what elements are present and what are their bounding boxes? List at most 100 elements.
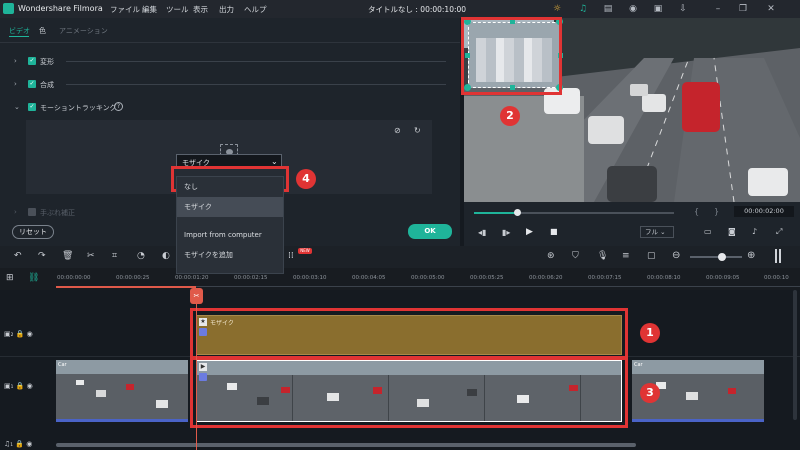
subtitle-icon[interactable]: ▢ <box>647 251 656 261</box>
zoom-handle[interactable] <box>718 253 726 261</box>
section-stabilization[interactable]: 手ぶれ補正 <box>40 208 75 218</box>
menu-tools[interactable]: ツール <box>166 4 189 15</box>
playhead-line[interactable] <box>196 289 197 450</box>
display-icon[interactable]: ▭ <box>704 227 712 236</box>
title-bar: Wondershare Filmora ファイル 編集 ツール 表示 出力 ヘル… <box>0 0 800 18</box>
link-icon[interactable]: ⛓ <box>28 273 39 283</box>
new-badge: NEW <box>298 248 312 254</box>
menu-view[interactable]: 表示 <box>193 4 208 15</box>
checkbox-compositing[interactable]: ✓ <box>28 80 36 88</box>
undo-icon[interactable]: ↶ <box>14 251 22 261</box>
checkbox-stabilization[interactable] <box>28 208 36 216</box>
mark-in-icon[interactable]: { <box>694 207 699 216</box>
microphone-icon[interactable]: 🎙 <box>597 251 608 261</box>
tracking-target-icon[interactable]: ⊘ <box>394 126 404 136</box>
tab-color[interactable]: 色 <box>39 26 46 36</box>
section-transform[interactable]: 変形 <box>40 57 54 67</box>
audio-track-header: ♫₁ 🔒 ◉ <box>4 440 33 448</box>
quality-select[interactable]: フル ⌄ <box>640 226 674 238</box>
ruler-label: 00:00:08:10 <box>647 275 681 281</box>
render-icon[interactable]: ⊛ <box>547 251 555 261</box>
fullscreen-icon[interactable]: ⤢ <box>776 227 782 237</box>
ruler-label: 00:00:03:10 <box>293 275 327 281</box>
chevron-down-icon[interactable]: ⌄ <box>14 103 22 111</box>
volume-icon[interactable]: ♪ <box>752 227 757 236</box>
stop-icon[interactable]: ■ <box>550 227 558 236</box>
snapshot-icon[interactable]: ◙ <box>728 227 736 236</box>
progress-handle[interactable] <box>514 209 521 216</box>
ruler-label: 00:00:05:00 <box>411 275 445 281</box>
track-1-header: ▣₁ 🔒 ◉ <box>4 382 33 390</box>
restore-icon[interactable]: ❐ <box>737 3 749 15</box>
section-rule <box>66 84 446 85</box>
app-name: Wondershare Filmora <box>18 4 103 13</box>
callout-box-3 <box>190 356 628 428</box>
crop-icon[interactable]: ⌗ <box>112 251 117 261</box>
minimize-icon[interactable]: – <box>712 3 724 15</box>
step-forward-icon[interactable]: ▮▸ <box>502 228 510 237</box>
option-add-mosaic[interactable]: モザイクを追加 <box>177 245 283 265</box>
video-clip-label: Car <box>634 362 643 368</box>
play-icon[interactable]: ▶ <box>526 227 533 237</box>
chevron-right-icon[interactable]: › <box>14 57 22 65</box>
callout-badge-4: 4 <box>296 169 316 189</box>
chevron-down-icon: ⌄ <box>271 157 278 166</box>
ruler-label: 00:00:09:05 <box>706 275 740 281</box>
step-back-icon[interactable]: ◂▮ <box>478 228 486 237</box>
ruler-label: 00:00:01:20 <box>175 275 209 281</box>
option-none[interactable]: なし <box>177 177 283 197</box>
vertical-scrollbar[interactable] <box>793 290 797 420</box>
chevron-right-icon[interactable]: › <box>14 208 22 216</box>
speed-icon[interactable]: ◔ <box>137 251 145 261</box>
zoom-in-icon[interactable]: ⊕ <box>747 250 755 261</box>
option-import[interactable]: Import from computer <box>177 225 283 245</box>
video-clip-left[interactable]: Car <box>56 360 188 422</box>
headset-icon[interactable]: ♫ <box>577 3 589 15</box>
cut-icon[interactable]: ✂ <box>87 251 95 261</box>
account-icon[interactable]: ◉ <box>627 3 639 15</box>
tab-video[interactable]: ビデオ <box>9 26 30 36</box>
ruler-label: 00:00:02:15 <box>234 275 268 281</box>
reset-tracking-icon[interactable]: ↻ <box>414 126 424 136</box>
track-2-header: ▣₂ 🔒 ◉ <box>4 330 33 338</box>
gift-icon[interactable]: ▤ <box>602 3 614 15</box>
help-icon[interactable]: ? <box>114 102 123 111</box>
save-icon[interactable]: ▣ <box>652 3 664 15</box>
option-mosaic[interactable]: モザイク <box>177 197 283 217</box>
menu-help[interactable]: ヘルプ <box>244 4 267 15</box>
tab-divider <box>0 42 460 43</box>
checkbox-transform[interactable]: ✓ <box>28 57 36 65</box>
redo-icon[interactable]: ↷ <box>38 251 46 261</box>
close-icon[interactable]: ✕ <box>765 3 777 15</box>
color-icon[interactable]: ◐ <box>162 251 170 261</box>
delete-icon[interactable]: 🗑 <box>62 251 73 261</box>
zoom-out-icon[interactable]: ⊖ <box>672 250 680 261</box>
callout-badge-3: 3 <box>640 383 660 403</box>
section-compositing[interactable]: 合成 <box>40 80 54 90</box>
menu-edit[interactable]: 編集 <box>142 4 157 15</box>
download-icon[interactable]: ⇩ <box>677 3 689 15</box>
section-motion-tracking[interactable]: モーショントラッキング <box>40 103 117 113</box>
audio-mixer-icon[interactable]: ≡ <box>622 251 630 261</box>
menu-file[interactable]: ファイル <box>110 4 140 15</box>
ok-button[interactable]: OK <box>408 224 452 239</box>
timeline-tracks: ▣₂ 🔒 ◉ ▣₁ 🔒 ◉ ♫₁ 🔒 ◉ ★ モザイク 1 Car ▶ 3 Ca… <box>0 290 800 450</box>
timeline-scrollbar[interactable] <box>56 443 636 447</box>
chevron-right-icon[interactable]: › <box>14 80 22 88</box>
callout-badge-2: 2 <box>500 106 520 126</box>
ruler-label: 00:00:06:20 <box>529 275 563 281</box>
checkbox-motion-tracking[interactable]: ✓ <box>28 103 36 111</box>
marker-icon[interactable]: ⛉ <box>572 251 579 261</box>
zoom-slider[interactable] <box>690 256 742 258</box>
menu-export[interactable]: 出力 <box>219 4 234 15</box>
playhead-scissors-icon[interactable]: ✂ <box>190 288 203 304</box>
audio-wave-icon[interactable]: ⁞⁞ <box>288 251 294 261</box>
mark-out-icon[interactable]: } <box>714 207 719 216</box>
reset-button[interactable]: リセット <box>12 225 54 239</box>
dropdown-menu: なし モザイク Import from computer モザイクを追加 <box>176 176 284 274</box>
pause-icon[interactable] <box>775 249 781 263</box>
lightbulb-icon[interactable]: ☼ <box>551 3 563 15</box>
add-track-icon[interactable]: ⊞ <box>6 273 14 283</box>
tab-animation[interactable]: アニメーション <box>59 26 108 36</box>
timeline-ruler[interactable]: ⊞ ⛓ 00:00:00:00 00:00:00:25 00:00:01:20 … <box>0 268 800 290</box>
